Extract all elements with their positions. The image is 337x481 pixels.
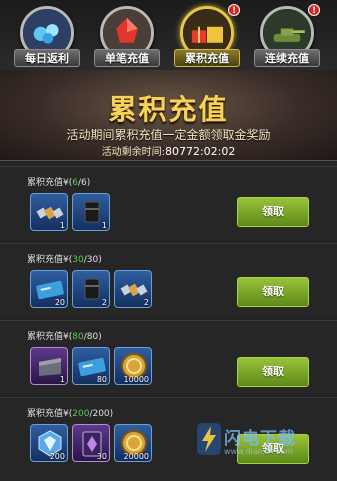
row-heading-suffix: ) [109, 409, 114, 419]
tab-daily-rebate[interactable]: 每日返利 [14, 6, 80, 67]
oil-barrel-icon[interactable]: 1 [72, 193, 110, 231]
row-progress-target: 30 [86, 255, 99, 265]
row-progress-current: 30 [72, 255, 84, 265]
item-quantity: 1 [101, 221, 107, 230]
item-quantity: 10000 [123, 375, 149, 384]
row-heading-suffix: ) [98, 255, 102, 265]
row-progress-target: 200 [92, 409, 110, 419]
event-banner: 累积充值 活动期间累积充值一定金额领取金奖励 活动剩余时间:80772:02:0… [0, 70, 337, 161]
oil-barrel-icon[interactable]: 2 [72, 270, 110, 308]
row-progress-current: 80 [72, 332, 84, 342]
item-quantity: 20 [54, 298, 65, 307]
row-heading: 累积充值¥(6/6) [27, 175, 90, 188]
claim-button[interactable]: 领取 [237, 277, 309, 307]
tab-cumulative-recharge[interactable]: 累积充值 ! [174, 4, 240, 67]
item-quantity: 200 [49, 452, 65, 461]
crate-icon[interactable]: 1 [30, 347, 68, 385]
tab-single-recharge[interactable]: 单笔充值 [94, 6, 160, 67]
banner-title: 累积充值 [108, 93, 229, 126]
claim-button[interactable]: 领取 [237, 197, 309, 227]
item-quantity: 1 [59, 375, 65, 384]
gold-coin-icon[interactable]: 20000 [114, 424, 152, 462]
item-quantity: 1 [59, 221, 65, 230]
banner-timer: 活动剩余时间:80772:02:02 [0, 143, 337, 158]
row-heading-prefix: 累积充值¥( [27, 409, 73, 419]
item-quantity: 2 [143, 298, 149, 307]
lightning-logo-icon [197, 423, 221, 455]
item-quantity: 80 [96, 375, 107, 384]
watermark: 闪电下载 www.dianxw.com [196, 418, 336, 464]
timer-value: 80772:02:02 [164, 145, 236, 158]
row-heading: 累积充值¥(30/30) [27, 252, 102, 265]
reward-row: 累积充值¥(80/80) 1 80 10000 领取 [0, 320, 337, 395]
item-quantity: 20000 [123, 452, 149, 461]
row-progress-target: 80 [86, 332, 99, 342]
item-quantity: 30 [96, 452, 107, 461]
banner-subtitle: 活动期间累积充值一定金额领取金奖励 [66, 128, 271, 142]
satellite-icon[interactable]: 2 [114, 270, 152, 308]
ticket-icon[interactable]: 20 [30, 270, 68, 308]
top-tab-bar: 每日返利 单笔充值 累积充值 ! 连续充值 ! [0, 0, 337, 70]
shield-crystal-icon[interactable]: 200 [30, 424, 68, 462]
purple-card-icon[interactable]: 30 [72, 424, 110, 462]
item-quantity: 2 [101, 298, 107, 307]
row-heading-prefix: 累积充值¥( [27, 332, 73, 342]
reward-row: 累积充值¥(6/6) 1 1 领取 [0, 166, 337, 241]
tab-continuous-recharge[interactable]: 连续充值 ! [254, 4, 320, 67]
gold-coin-icon[interactable]: 10000 [114, 347, 152, 385]
reward-row: 累积充值¥(30/30) 20 2 2 领取 [0, 243, 337, 318]
tab-single-recharge-label: 单笔充值 [94, 49, 160, 67]
tab-daily-rebate-label: 每日返利 [14, 49, 80, 67]
row-heading-suffix: ) [86, 178, 91, 188]
row-heading: 累积充值¥(80/80) [27, 329, 102, 342]
tab-cumulative-recharge-label: 累积充值 [174, 49, 240, 67]
row-heading-prefix: 累积充值¥( [27, 255, 73, 265]
row-heading: 累积充值¥(200/200) [27, 406, 113, 419]
row-progress-current: 200 [72, 409, 90, 419]
timer-label: 活动剩余时间: [101, 147, 165, 158]
tab-continuous-recharge-badge: ! [308, 4, 320, 16]
claim-button[interactable]: 领取 [237, 357, 309, 387]
satellite-icon[interactable]: 1 [30, 193, 68, 231]
tab-cumulative-recharge-badge: ! [228, 4, 240, 16]
tab-continuous-recharge-label: 连续充值 [254, 49, 320, 67]
watermark-url: www.dianxw.com [224, 447, 293, 456]
row-heading-prefix: 累积充值¥( [27, 178, 73, 188]
watermark-text: 闪电下载 [224, 429, 296, 449]
row-heading-suffix: ) [98, 332, 102, 342]
ticket-icon[interactable]: 80 [72, 347, 110, 385]
